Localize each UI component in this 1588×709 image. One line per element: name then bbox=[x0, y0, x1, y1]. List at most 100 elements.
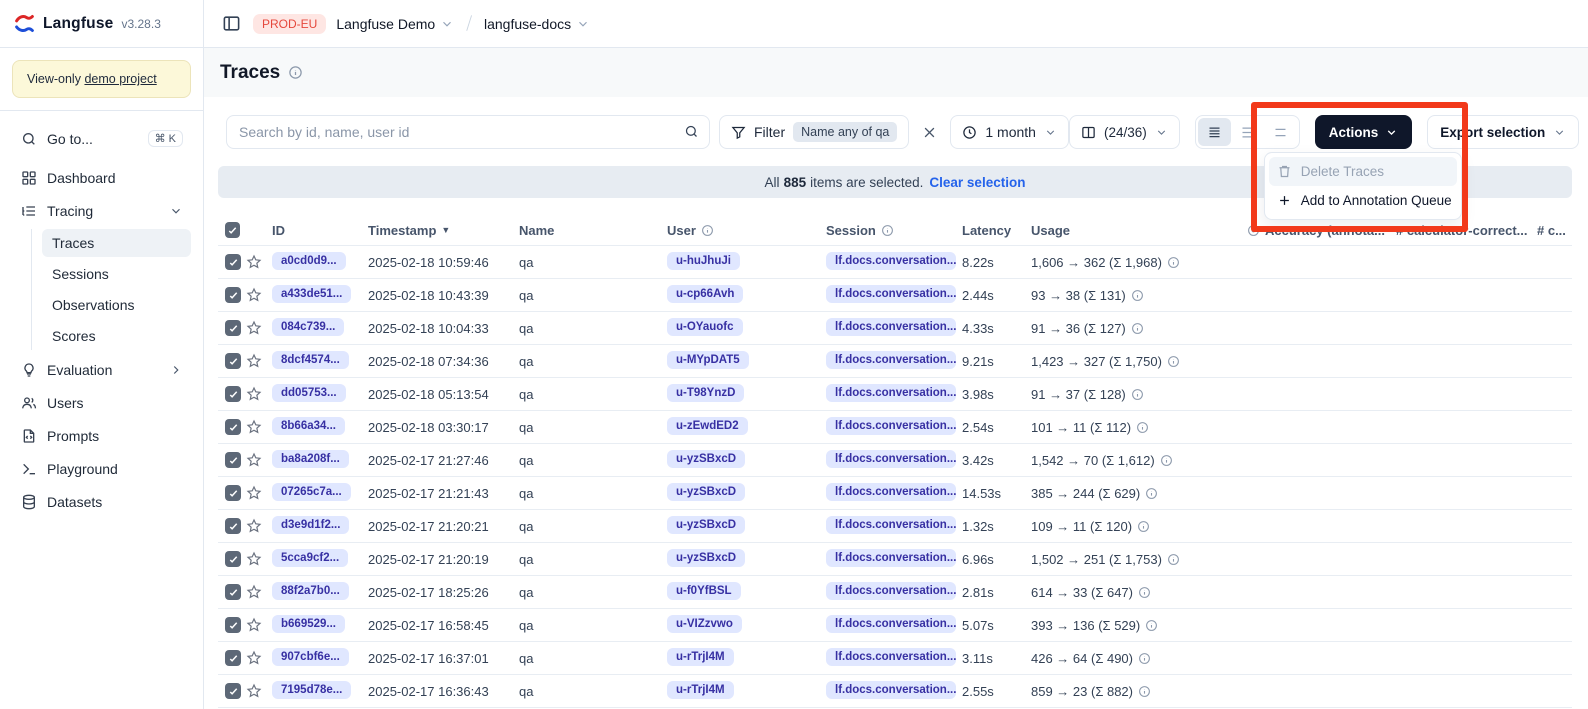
user-badge[interactable]: u-yzSBxcD bbox=[667, 516, 745, 534]
info-icon[interactable] bbox=[1145, 487, 1158, 500]
session-badge[interactable]: lf.docs.conversation... bbox=[826, 516, 956, 534]
row-height-large-button[interactable] bbox=[1264, 118, 1297, 146]
info-icon[interactable] bbox=[1167, 355, 1180, 368]
user-badge[interactable]: u-VIZzvwo bbox=[667, 615, 742, 633]
sidebar-item-dashboard[interactable]: Dashboard bbox=[12, 163, 191, 193]
info-icon[interactable] bbox=[1138, 685, 1151, 698]
row-checkbox[interactable] bbox=[225, 551, 241, 567]
trace-id-badge[interactable]: 88f2a7b0... bbox=[272, 582, 349, 600]
row-checkbox[interactable] bbox=[225, 617, 241, 633]
bookmark-star-icon[interactable] bbox=[246, 419, 262, 435]
sidebar-item-scores[interactable]: Scores bbox=[42, 322, 191, 350]
row-checkbox[interactable] bbox=[225, 287, 241, 303]
info-icon[interactable] bbox=[1136, 421, 1149, 434]
session-badge[interactable]: lf.docs.conversation... bbox=[826, 681, 956, 699]
session-badge[interactable]: lf.docs.conversation... bbox=[826, 615, 956, 633]
row-checkbox[interactable] bbox=[225, 452, 241, 468]
user-badge[interactable]: u-rTrjI4M bbox=[667, 648, 734, 666]
info-icon[interactable] bbox=[1131, 289, 1144, 302]
info-icon[interactable] bbox=[1138, 652, 1151, 665]
sidebar-item-prompts[interactable]: Prompts bbox=[12, 421, 191, 451]
session-badge[interactable]: lf.docs.conversation... bbox=[826, 582, 956, 600]
session-badge[interactable]: lf.docs.conversation... bbox=[826, 549, 956, 567]
sidebar-item-traces[interactable]: Traces bbox=[42, 229, 191, 257]
trace-id-badge[interactable]: 084c739... bbox=[272, 318, 344, 336]
row-checkbox[interactable] bbox=[225, 254, 241, 270]
user-badge[interactable]: u-zEwdED2 bbox=[667, 417, 748, 435]
trace-id-badge[interactable]: 907cbf6e... bbox=[272, 648, 349, 666]
info-icon[interactable] bbox=[881, 224, 894, 237]
bookmark-star-icon[interactable] bbox=[246, 254, 262, 270]
session-badge[interactable]: lf.docs.conversation... bbox=[826, 252, 956, 270]
sidebar-item-users[interactable]: Users bbox=[12, 388, 191, 418]
columns-button[interactable]: (24/36) bbox=[1069, 115, 1180, 149]
sidebar-item-tracing[interactable]: Tracing bbox=[12, 196, 191, 226]
user-badge[interactable]: u-yzSBxcD bbox=[667, 549, 745, 567]
bookmark-star-icon[interactable] bbox=[246, 287, 262, 303]
actions-button[interactable]: Actions bbox=[1315, 115, 1413, 149]
search-input[interactable] bbox=[226, 115, 710, 149]
session-badge[interactable]: lf.docs.conversation... bbox=[826, 648, 956, 666]
user-badge[interactable]: u-f0YfBSL bbox=[667, 582, 741, 600]
sidebar-toggle-button[interactable] bbox=[220, 12, 243, 35]
info-icon[interactable] bbox=[1145, 619, 1158, 632]
info-icon[interactable] bbox=[701, 224, 714, 237]
menu-item-add-to-annotation-queue[interactable]: Add to Annotation Queue bbox=[1269, 186, 1457, 215]
session-badge[interactable]: lf.docs.conversation... bbox=[826, 483, 956, 501]
info-icon[interactable] bbox=[1131, 322, 1144, 335]
export-selection-button[interactable]: Export selection bbox=[1427, 115, 1579, 149]
project-switcher[interactable]: langfuse-docs bbox=[484, 16, 590, 32]
sidebar-item-playground[interactable]: Playground bbox=[12, 454, 191, 484]
bookmark-star-icon[interactable] bbox=[246, 683, 262, 699]
session-badge[interactable]: lf.docs.conversation... bbox=[826, 417, 956, 435]
trace-id-badge[interactable]: d3e9d1f2... bbox=[272, 516, 349, 534]
sidebar-item-evaluation[interactable]: Evaluation bbox=[12, 355, 191, 385]
row-checkbox[interactable] bbox=[225, 683, 241, 699]
info-icon[interactable] bbox=[288, 65, 303, 80]
clear-filter-button[interactable] bbox=[918, 121, 941, 144]
org-switcher[interactable]: Langfuse Demo bbox=[336, 16, 454, 32]
sidebar-item-sessions[interactable]: Sessions bbox=[42, 260, 191, 288]
demo-project-link[interactable]: demo project bbox=[84, 72, 156, 86]
select-all-checkbox[interactable] bbox=[225, 222, 240, 238]
bookmark-star-icon[interactable] bbox=[246, 551, 262, 567]
filter-button[interactable]: Filter Name any of qa bbox=[719, 115, 909, 149]
trace-id-badge[interactable]: ba8a208f... bbox=[272, 450, 349, 468]
user-badge[interactable]: u-MYpDAT5 bbox=[667, 351, 749, 369]
user-badge[interactable]: u-cp66Avh bbox=[667, 285, 743, 303]
session-badge[interactable]: lf.docs.conversation... bbox=[826, 318, 956, 336]
user-badge[interactable]: u-rTrjI4M bbox=[667, 681, 734, 699]
row-checkbox[interactable] bbox=[225, 650, 241, 666]
trace-id-badge[interactable]: b669529... bbox=[272, 615, 345, 633]
bookmark-star-icon[interactable] bbox=[246, 386, 262, 402]
menu-item-delete-traces[interactable]: Delete Traces bbox=[1269, 157, 1457, 186]
session-badge[interactable]: lf.docs.conversation... bbox=[826, 384, 956, 402]
trace-id-badge[interactable]: 7195d78e... bbox=[272, 681, 351, 699]
sidebar-item-goto[interactable]: Go to... ⌘ K bbox=[12, 123, 191, 154]
trace-id-badge[interactable]: 8b66a34... bbox=[272, 417, 345, 435]
info-icon[interactable] bbox=[1131, 388, 1144, 401]
row-height-medium-button[interactable] bbox=[1231, 118, 1264, 146]
row-checkbox[interactable] bbox=[225, 320, 241, 336]
info-icon[interactable] bbox=[1160, 454, 1173, 467]
session-badge[interactable]: lf.docs.conversation... bbox=[826, 450, 956, 468]
trace-id-badge[interactable]: 07265c7a... bbox=[272, 483, 351, 501]
bookmark-star-icon[interactable] bbox=[246, 650, 262, 666]
header-timestamp[interactable]: Timestamp ▼ bbox=[368, 223, 519, 238]
sidebar-item-datasets[interactable]: Datasets bbox=[12, 487, 191, 517]
info-icon[interactable] bbox=[1167, 553, 1180, 566]
row-checkbox[interactable] bbox=[225, 485, 241, 501]
user-badge[interactable]: u-T98YnzD bbox=[667, 384, 744, 402]
row-checkbox[interactable] bbox=[225, 386, 241, 402]
info-icon[interactable] bbox=[1137, 520, 1150, 533]
bookmark-star-icon[interactable] bbox=[246, 485, 262, 501]
trace-id-badge[interactable]: 8dcf4574... bbox=[272, 351, 349, 369]
trace-id-badge[interactable]: 5cca9cf2... bbox=[272, 549, 348, 567]
bookmark-star-icon[interactable] bbox=[246, 617, 262, 633]
bookmark-star-icon[interactable] bbox=[246, 452, 262, 468]
user-badge[interactable]: u-OYauofc bbox=[667, 318, 743, 336]
row-checkbox[interactable] bbox=[225, 419, 241, 435]
row-height-small-button[interactable] bbox=[1198, 118, 1231, 146]
user-badge[interactable]: u-yzSBxcD bbox=[667, 483, 745, 501]
time-range-button[interactable]: 1 month bbox=[950, 115, 1069, 149]
